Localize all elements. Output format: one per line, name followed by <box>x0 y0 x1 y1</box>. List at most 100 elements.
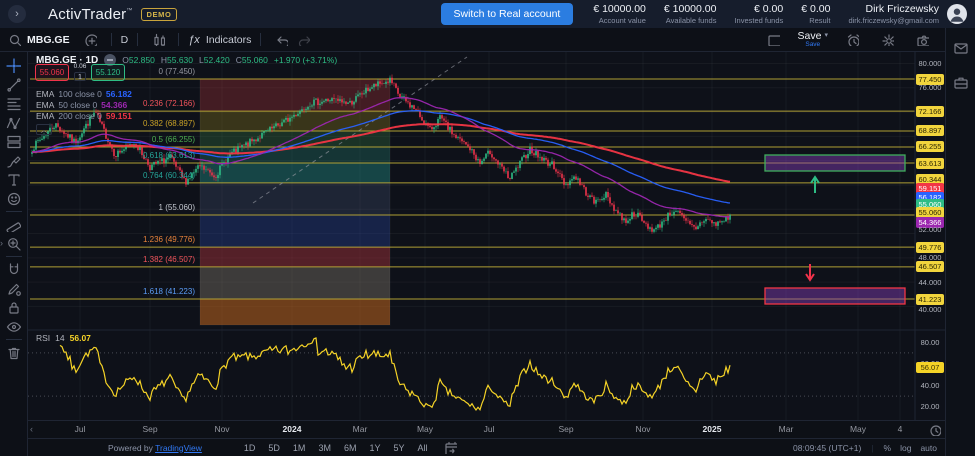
collapse-legend-button[interactable]: ︿ <box>36 124 52 135</box>
stat-result: € 0.00 Result <box>801 3 830 25</box>
layout-button[interactable] <box>763 30 785 49</box>
quantity-field[interactable]: 1 <box>74 72 86 82</box>
spread-quantity: 0.06 1 <box>71 64 89 81</box>
time-axis-label: Jul <box>75 424 86 434</box>
trend-line-tool[interactable] <box>3 75 25 94</box>
emoji-tool[interactable] <box>3 189 25 208</box>
compare-add-button[interactable] <box>80 30 102 49</box>
time-axis-label: Mar <box>779 424 794 434</box>
range-5d[interactable]: 5D <box>268 443 280 453</box>
ema-name: EMA <box>36 111 54 121</box>
range-3m[interactable]: 3M <box>318 443 331 453</box>
magnet-icon <box>6 262 21 277</box>
interval-button[interactable]: D <box>121 34 129 46</box>
rsi-axis-label: 56.07 <box>916 362 944 373</box>
time-axis-label: May <box>417 424 433 434</box>
scroll-left-icon[interactable]: ‹ <box>30 424 33 434</box>
snapshot-button[interactable] <box>911 30 933 49</box>
zoom-in-tool[interactable] <box>3 234 25 253</box>
save-label: Save <box>798 31 822 42</box>
switch-to-real-account-button[interactable]: Switch to Real account <box>441 3 574 25</box>
price-chart[interactable] <box>28 52 945 420</box>
ema-legend-row[interactable]: EMA50 close 054.366 <box>36 99 132 110</box>
sell-button[interactable]: 55.060 <box>35 64 69 81</box>
drawing-mode-tool[interactable] <box>3 279 25 298</box>
time-axis-label: 4 <box>898 424 903 434</box>
avatar[interactable] <box>947 4 967 24</box>
side-panel-handle[interactable]: › <box>0 238 3 248</box>
lock-drawings-tool[interactable] <box>3 298 25 317</box>
tradingview-link[interactable]: TradingView <box>155 443 202 453</box>
trade-widget: 55.060 0.06 1 55.120 <box>35 64 125 81</box>
symbol-label: MBG.GE <box>27 34 70 46</box>
position-tool[interactable] <box>3 132 25 151</box>
account-value-label: Account value <box>599 16 646 25</box>
scale-auto[interactable]: auto <box>920 443 937 453</box>
ohlc-values: O52.850 H55.630 L52.420 C55.060 <box>122 55 268 65</box>
invested-funds: € 0.00 <box>754 3 783 15</box>
smiley-icon <box>6 191 21 206</box>
indicators-button[interactable]: ƒx Indicators <box>188 34 251 46</box>
undo-button[interactable] <box>270 30 292 49</box>
available-funds-label: Available funds <box>666 16 717 25</box>
range-1m[interactable]: 1M <box>293 443 306 453</box>
ruler-icon <box>6 217 21 232</box>
settings-button[interactable] <box>876 30 898 49</box>
user-email: dirk.friczewsky@gmail.com <box>848 16 939 25</box>
time-axis-label: 2024 <box>283 424 302 434</box>
measure-tool[interactable] <box>3 215 25 234</box>
go-to-date-button[interactable] <box>440 438 462 456</box>
scale-log[interactable]: log <box>900 443 911 453</box>
alarm-clock-icon <box>846 33 859 46</box>
timezone-button[interactable] <box>928 423 941 439</box>
plus-circle-icon <box>84 33 97 46</box>
scale-percent[interactable]: % <box>884 443 892 453</box>
messages-button[interactable] <box>950 38 972 57</box>
price-axis-label: 72.166 <box>916 106 944 117</box>
fib-retracement-tool[interactable] <box>3 94 25 113</box>
chart-style-button[interactable] <box>147 30 169 49</box>
ema-legend-row[interactable]: EMA200 close 059.151 <box>36 110 132 121</box>
user-name: Dirk Friczewsky <box>866 3 940 15</box>
rsi-axis-label: 20.00 <box>916 401 944 412</box>
portfolio-button[interactable] <box>950 73 972 92</box>
chart-main: › <box>0 52 945 456</box>
range-5y[interactable]: 5Y <box>393 443 404 453</box>
range-6m[interactable]: 6M <box>344 443 357 453</box>
price-axis[interactable]: 80.00077.45076.00072.16668.89766.25563.6… <box>915 52 945 420</box>
calendar-icon <box>444 441 457 454</box>
range-1y[interactable]: 1Y <box>369 443 380 453</box>
time-axis-label: Sep <box>142 424 157 434</box>
expand-panel-button[interactable]: › <box>8 5 26 23</box>
hide-drawings-tool[interactable] <box>3 317 25 336</box>
remove-drawings-tool[interactable] <box>3 343 25 362</box>
redo-icon <box>297 33 310 46</box>
stat-account-value: € 10000.00 Account value <box>593 3 646 25</box>
time-axis[interactable]: ‹ JulSepNov2024MarMayJulSepNov2025MarMay… <box>28 420 945 438</box>
redo-button[interactable] <box>292 30 314 49</box>
ema-params: 50 close 0 <box>58 100 97 110</box>
long-short-position-icon <box>6 134 21 149</box>
alert-button[interactable] <box>841 30 863 49</box>
brush-tool[interactable] <box>3 151 25 170</box>
range-all[interactable]: All <box>418 443 428 453</box>
invested-funds-label: Invested funds <box>734 16 783 25</box>
stat-invested-funds: € 0.00 Invested funds <box>734 3 783 25</box>
drawing-toolbar <box>0 52 28 456</box>
pattern-tool[interactable] <box>3 113 25 132</box>
magnet-tool[interactable] <box>3 260 25 279</box>
buy-button[interactable]: 55.120 <box>91 64 125 81</box>
rsi-axis-label: 40.00 <box>916 380 944 391</box>
app-logo: ActivTrader™ <box>48 6 133 23</box>
text-tool[interactable] <box>3 170 25 189</box>
range-1d[interactable]: 1D <box>244 443 256 453</box>
price-axis-label: 40.000 <box>916 304 944 315</box>
brush-icon <box>6 153 21 168</box>
price-axis-label: 44.000 <box>916 277 944 288</box>
ema-legend-row[interactable]: EMA100 close 056.182 <box>36 88 132 99</box>
crosshair-tool[interactable] <box>3 56 25 75</box>
chart-area[interactable]: MBG.GE · 1D O52.850 H55.630 L52.420 C55.… <box>28 52 945 456</box>
symbol-search[interactable]: MBG.GE <box>8 33 70 46</box>
save-layout-button[interactable]: Save▾ Save <box>798 31 828 49</box>
ema-value: 56.182 <box>106 89 132 99</box>
